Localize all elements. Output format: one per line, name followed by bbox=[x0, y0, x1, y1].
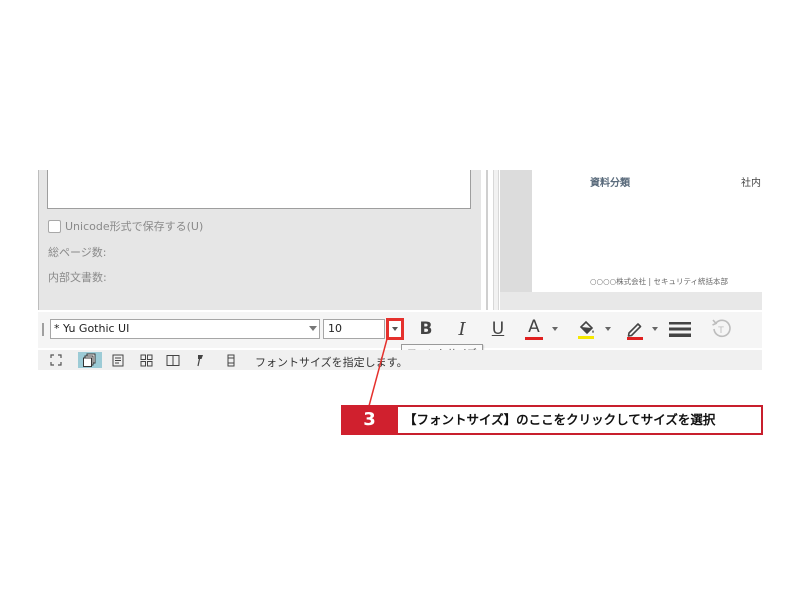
internal-docs-label: 内部文書数: bbox=[48, 271, 107, 284]
line-weight-icon bbox=[669, 322, 691, 337]
italic-icon: I bbox=[458, 318, 466, 340]
preview-bottom-bar bbox=[500, 292, 762, 310]
total-pages-label: 総ページ数: bbox=[48, 246, 107, 259]
spread-view-button[interactable] bbox=[164, 352, 182, 368]
unicode-option-label: Unicode形式で保存する(U) bbox=[65, 220, 204, 233]
document-preview bbox=[532, 170, 762, 292]
panel-splitter[interactable] bbox=[493, 170, 499, 310]
pin-button[interactable] bbox=[191, 352, 209, 368]
doc-category: 資料分類 bbox=[590, 178, 630, 189]
continuous-view-button[interactable] bbox=[78, 352, 102, 368]
status-message: フォントサイズを指定します。 bbox=[255, 356, 408, 369]
chevron-down-icon bbox=[392, 327, 398, 331]
chevron-down-icon bbox=[552, 327, 558, 331]
font-color-button[interactable]: A bbox=[521, 316, 547, 342]
callout-instruction: 【フォントサイズ】のここをクリックしてサイズを選択 bbox=[404, 412, 716, 427]
comment-textarea[interactable] bbox=[47, 170, 471, 209]
doc-footer: ○○○○株式会社 | セキュリティ統括本部 bbox=[590, 277, 729, 286]
outline-view-button[interactable] bbox=[109, 352, 127, 368]
list-page-icon bbox=[112, 354, 123, 366]
fill-color-dropdown[interactable] bbox=[603, 316, 613, 342]
font-size-dropdown-button[interactable] bbox=[386, 318, 404, 340]
font-color-icon: A bbox=[528, 316, 540, 337]
bold-button[interactable]: B bbox=[414, 316, 438, 342]
underline-icon: U bbox=[491, 319, 505, 339]
page-bookmark-icon bbox=[227, 354, 235, 366]
thumbnail-view-button[interactable] bbox=[137, 352, 155, 368]
doc-classification: 社内 bbox=[741, 178, 761, 189]
font-name-combobox[interactable]: * Yu Gothic UI bbox=[50, 319, 320, 339]
pages-stack-icon bbox=[83, 353, 96, 367]
font-color-dropdown[interactable] bbox=[550, 316, 560, 342]
pin-icon bbox=[197, 354, 203, 366]
preview-margin bbox=[500, 170, 532, 292]
panel-divider bbox=[486, 170, 488, 310]
paint-bucket-icon bbox=[578, 320, 594, 339]
reset-format-button[interactable]: T bbox=[707, 316, 735, 342]
toolbar-grip[interactable] bbox=[42, 323, 44, 336]
italic-button[interactable]: I bbox=[450, 316, 474, 342]
fullscreen-icon bbox=[50, 354, 62, 366]
unicode-option[interactable]: Unicode形式で保存する(U) bbox=[48, 218, 203, 234]
undo-circle-icon: T bbox=[712, 319, 731, 338]
svg-text:T: T bbox=[717, 326, 724, 336]
fit-page-button[interactable] bbox=[47, 352, 65, 368]
two-page-icon bbox=[166, 354, 180, 366]
bold-icon: B bbox=[419, 319, 433, 339]
pen-color-button[interactable] bbox=[622, 316, 648, 342]
unicode-checkbox[interactable] bbox=[48, 219, 61, 233]
grid-icon bbox=[140, 354, 152, 366]
line-weight-button[interactable] bbox=[666, 316, 694, 342]
underline-button[interactable]: U bbox=[486, 316, 510, 342]
pencil-icon bbox=[627, 323, 643, 340]
chevron-down-icon bbox=[605, 327, 611, 331]
font-color-swatch bbox=[525, 336, 543, 340]
font-dropdown-icon[interactable] bbox=[309, 326, 317, 331]
chevron-down-icon bbox=[652, 327, 658, 331]
font-size-input[interactable]: 10 bbox=[323, 319, 385, 339]
fill-color-button[interactable] bbox=[573, 316, 599, 342]
callout-step-number: 3 bbox=[341, 405, 398, 435]
pen-color-dropdown[interactable] bbox=[650, 316, 660, 342]
page-setting-button[interactable] bbox=[222, 352, 240, 368]
